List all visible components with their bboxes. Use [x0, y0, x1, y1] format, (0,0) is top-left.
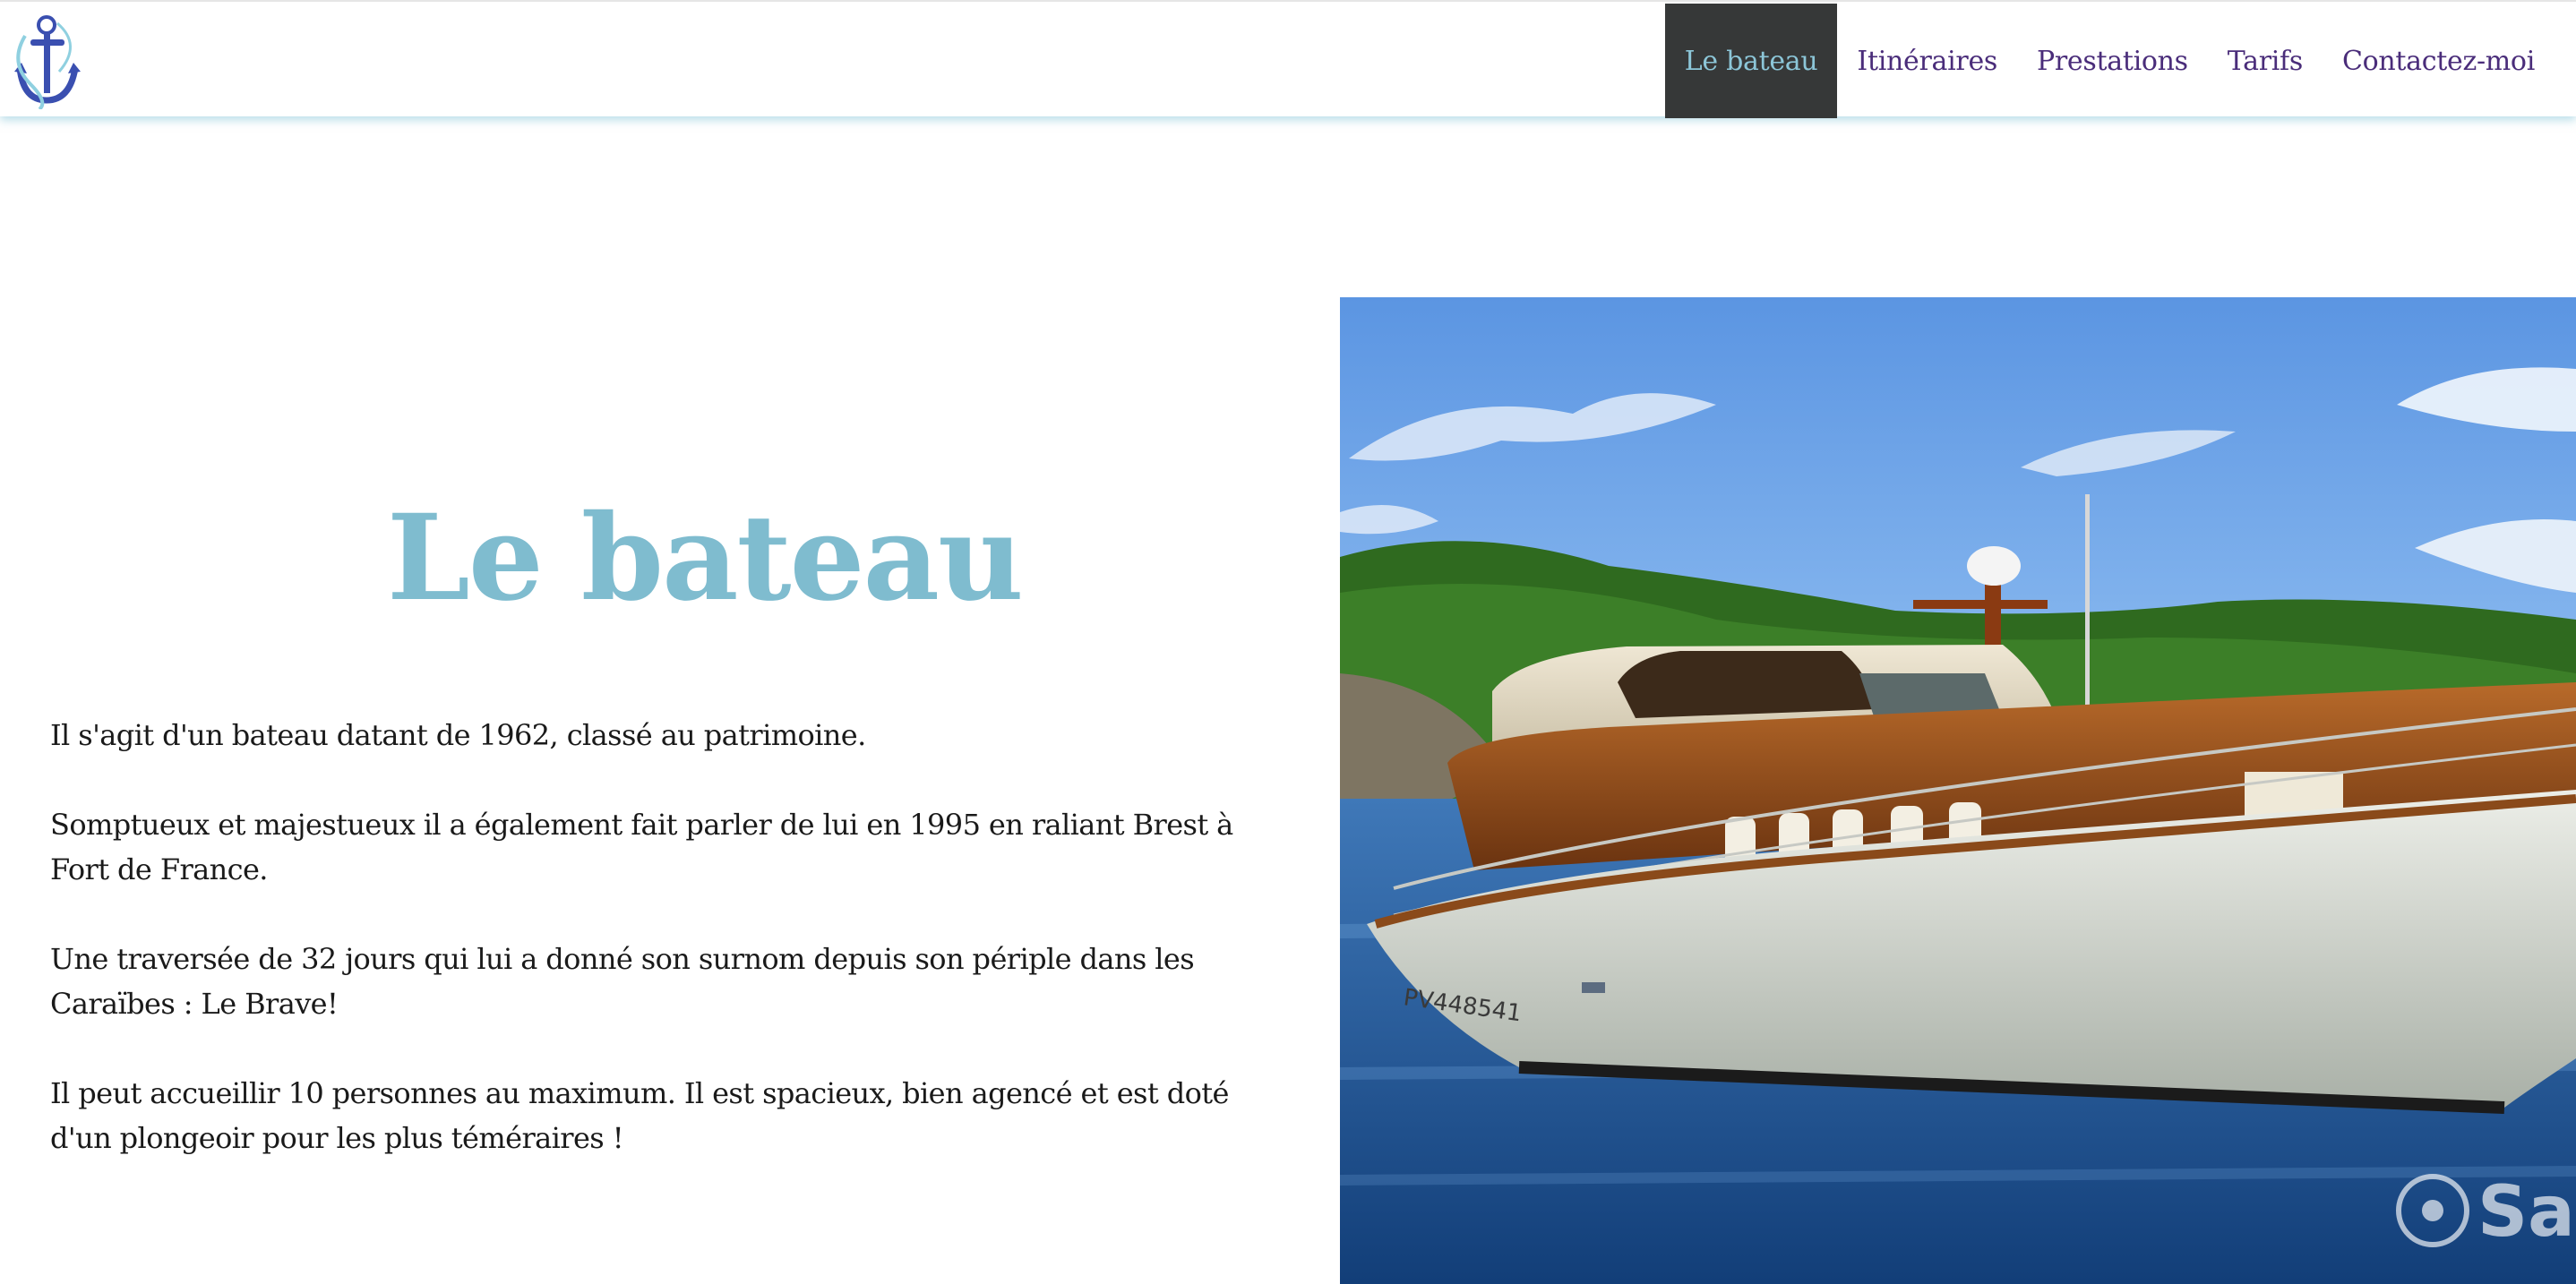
description-paragraph: Il peut accueillir 10 personnes au maxim…: [50, 1076, 1229, 1155]
main-menu: Le bateau Itinéraires Prestations Tarifs…: [1664, 4, 2555, 118]
anchor-logo-icon[interactable]: [13, 9, 90, 111]
nav-item-le-bateau[interactable]: Le bateau: [1664, 4, 1838, 118]
nav-item-prestations[interactable]: Prestations: [2017, 4, 2208, 118]
photo-watermark: Sa: [2477, 1172, 2575, 1253]
nav-item-itineraires[interactable]: Itinéraires: [1837, 4, 2017, 118]
top-navbar: Le bateau Itinéraires Prestations Tarifs…: [0, 0, 2576, 118]
nav-item-tarifs[interactable]: Tarifs: [2208, 4, 2323, 118]
description-paragraph: Une traversée de 32 jours qui lui a donn…: [50, 942, 1195, 1021]
nav-item-contactez-moi[interactable]: Contactez-moi: [2323, 4, 2555, 118]
description-paragraph: Somptueux et majestueux il a également f…: [50, 808, 1233, 886]
boat-photo: PV448541 Sa: [1340, 297, 2576, 1284]
page-title: Le bateau: [387, 489, 1024, 629]
boat-description: Il s'agit d'un bateau datant de 1962, cl…: [50, 713, 1295, 1205]
description-paragraph: Il s'agit d'un bateau datant de 1962, cl…: [50, 718, 866, 752]
